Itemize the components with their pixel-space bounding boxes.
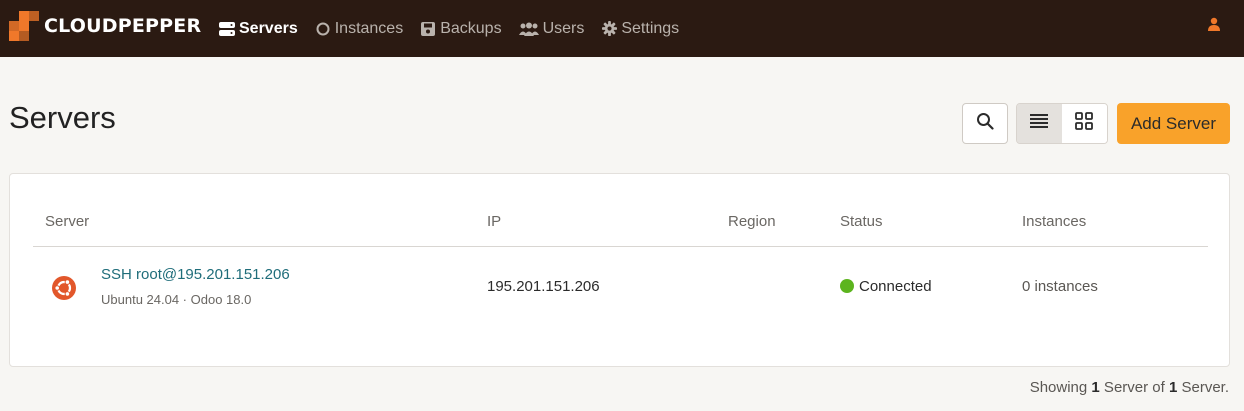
- cloudpepper-logo-icon: [9, 11, 39, 41]
- main-nav: Servers Instances Backups Users Settings: [219, 0, 696, 57]
- server-link[interactable]: SSH root@195.201.151.206: [101, 266, 290, 283]
- nav-item-settings[interactable]: Settings: [601, 0, 679, 57]
- column-header-instances[interactable]: Instances: [1022, 213, 1086, 230]
- status-badge: Connected: [840, 278, 932, 295]
- instances-count: 0 instances: [1022, 278, 1098, 295]
- status-dot-icon: [840, 279, 854, 293]
- brand[interactable]: CLOUDPEPPER: [9, 11, 201, 41]
- nav-item-label: Servers: [239, 19, 298, 37]
- nav-item-backups[interactable]: Backups: [420, 0, 502, 57]
- users-icon: [518, 21, 539, 37]
- server-subtitle: Ubuntu 24.04 · Odoo 18.0: [101, 292, 252, 307]
- nav-item-label: Users: [542, 19, 585, 37]
- nav-item-users[interactable]: Users: [518, 0, 585, 57]
- ubuntu-icon: [52, 276, 76, 300]
- add-server-button[interactable]: Add Server: [1116, 103, 1230, 144]
- gear-icon: [601, 21, 617, 37]
- column-header-server[interactable]: Server: [45, 213, 89, 230]
- grid-icon: [1075, 112, 1094, 135]
- servers-table: Server IP Region Status Instances SSH ro…: [9, 173, 1230, 367]
- server-icon: [219, 21, 235, 37]
- column-header-ip[interactable]: IP: [487, 213, 501, 230]
- nav-item-label: Instances: [334, 19, 404, 37]
- circle-icon: [315, 21, 331, 37]
- page-title: Servers: [9, 100, 116, 135]
- page-toolbar: Add Server: [961, 103, 1230, 144]
- user-icon[interactable]: [1207, 17, 1223, 35]
- status-text: Connected: [859, 278, 932, 295]
- save-icon: [420, 21, 436, 37]
- column-header-region[interactable]: Region: [728, 213, 776, 230]
- list-view-button[interactable]: [1016, 104, 1062, 143]
- grid-view-button[interactable]: [1061, 104, 1107, 143]
- top-navbar: CLOUDPEPPER Servers Instances Backups Us…: [0, 0, 1244, 57]
- search-button[interactable]: [961, 103, 1008, 144]
- nav-item-servers[interactable]: Servers: [219, 0, 298, 57]
- brand-name: CLOUDPEPPER: [44, 15, 202, 37]
- server-ip: 195.201.151.206: [487, 278, 600, 295]
- column-header-status[interactable]: Status: [840, 213, 883, 230]
- nav-item-label: Settings: [621, 19, 680, 37]
- list-icon: [1030, 114, 1049, 133]
- nav-item-instances[interactable]: Instances: [315, 0, 403, 57]
- nav-item-label: Backups: [440, 19, 502, 37]
- view-toggle: [1015, 103, 1108, 144]
- pagination-summary: Showing 1 Server of 1 Server.: [1029, 379, 1229, 396]
- search-icon: [976, 112, 994, 135]
- header-divider: [33, 246, 1208, 247]
